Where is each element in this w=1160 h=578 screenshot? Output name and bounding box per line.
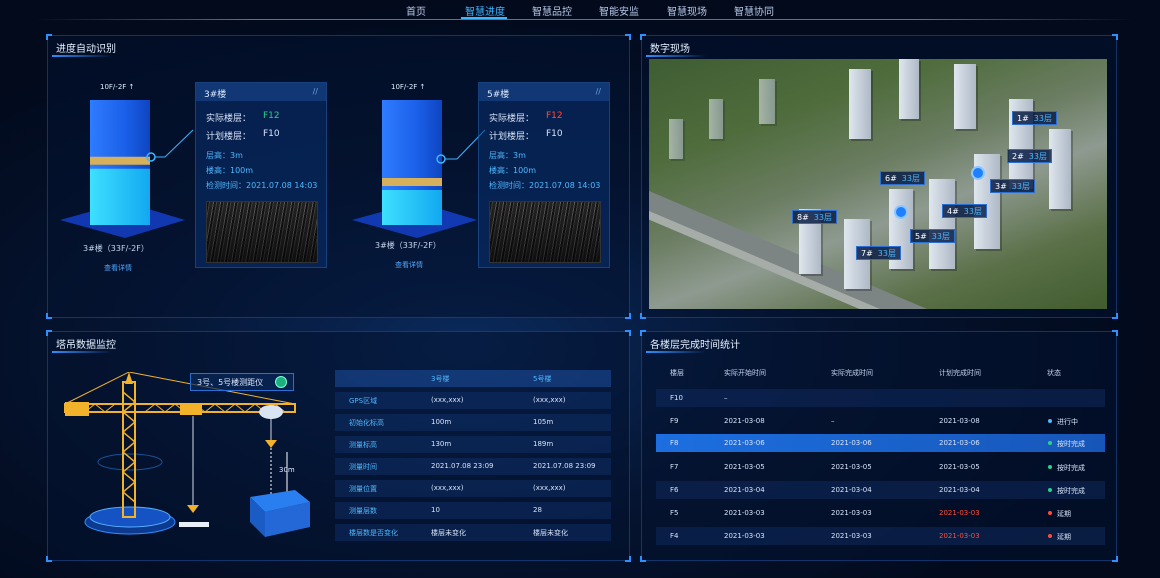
nav-item-home[interactable]: 首页 xyxy=(406,3,426,18)
rangefinder-icon xyxy=(275,376,287,388)
building-5-card: 5#楼// 实际楼层： F12 计划楼层： F10 层高：3m 楼高：100m 检测… xyxy=(478,82,610,268)
panel-title: 各楼层完成时间统计 xyxy=(650,340,740,351)
map-tag-7[interactable]: 7# 33层 xyxy=(856,246,901,260)
card-title: 3#楼 xyxy=(204,90,227,100)
status-dot xyxy=(1048,488,1052,492)
detect-time: 检测时间：2021.07.08 14:03 xyxy=(206,181,318,190)
actual-floor-label: 实际楼层： xyxy=(489,114,535,124)
planned-floor-label: 计划楼层： xyxy=(489,132,535,142)
planned-floor-label: 计划楼层： xyxy=(206,132,252,142)
table-header: 楼层 实际开始时间 实际完成时间 计划完成时间 状态 xyxy=(670,369,1061,377)
nav-item-quality[interactable]: 智慧品控 xyxy=(532,3,572,18)
actual-floor-value: F12 xyxy=(546,111,563,121)
actual-floor-value: F12 xyxy=(263,111,280,121)
status-badge: 按时完成 xyxy=(1057,440,1085,448)
status-badge: 按时完成 xyxy=(1057,464,1085,472)
building-5-model[interactable] xyxy=(347,80,487,255)
building-5-label: 3#楼（33F/-2F） xyxy=(375,241,441,250)
map-tag-2[interactable]: 2# 33层 xyxy=(1007,149,1052,163)
map-tag-8[interactable]: 8# 33层 xyxy=(792,210,837,224)
nav-item-progress[interactable]: 智慧进度 xyxy=(465,3,505,18)
nav-divider xyxy=(34,19,1134,20)
table-row[interactable]: F6 2021-03-04 2021-03-04 2021-03-04 按时完成 xyxy=(656,481,1105,499)
table-row[interactable]: F8 2021-03-06 2021-03-06 2021-03-06 按时完成 xyxy=(656,434,1105,452)
building-3-range: 10F/-2F ↑ xyxy=(100,83,135,91)
table-row[interactable]: F4 2021-03-03 2021-03-03 2021-03-03 延期 xyxy=(656,527,1105,545)
table-row[interactable]: F7 2021-03-05 2021-03-05 2021-03-05 按时完成 xyxy=(656,458,1105,476)
card-title: 5#楼 xyxy=(487,90,510,100)
table-row: GPS区域 (xxx,xxx) (xxx,xxx) xyxy=(335,392,611,409)
building-3-detail-link[interactable]: 查看详情 xyxy=(104,263,132,273)
nav-item-site[interactable]: 智慧现场 xyxy=(667,3,707,18)
status-badge: 按时完成 xyxy=(1057,487,1085,495)
nav-item-collab[interactable]: 智慧协同 xyxy=(734,3,774,18)
table-header: 3号楼 5号楼 xyxy=(335,370,611,387)
planned-floor-value: F10 xyxy=(546,129,563,139)
status-dot xyxy=(1048,465,1052,469)
building-height: 楼高：100m xyxy=(489,166,537,175)
site-photo[interactable] xyxy=(489,201,601,263)
table-row: 测量时间 2021.07.08 23:09 2021.07.08 23:09 xyxy=(335,458,611,475)
floor-height: 层高：3m xyxy=(489,151,526,160)
panel-title: 数字现场 xyxy=(650,44,690,55)
floor-height: 层高：3m xyxy=(206,151,243,160)
building-3-model[interactable] xyxy=(55,80,195,255)
map-tag-1[interactable]: 1# 33层 xyxy=(1012,111,1057,125)
map-tag-6[interactable]: 6# 33层 xyxy=(880,171,925,185)
top-nav: 首页 智慧进度 智慧品控 智能安监 智慧现场 智慧协同 xyxy=(0,0,1160,20)
building-5-range: 10F/-2F ↑ xyxy=(391,83,426,91)
progress-fill xyxy=(90,168,150,225)
rangefinder-legend[interactable]: 3号、5号楼测距仪 xyxy=(190,373,294,391)
status-badge: 进行中 xyxy=(1057,418,1078,426)
planned-floor-value: F10 xyxy=(263,129,280,139)
map-tag-4[interactable]: 4# 33层 xyxy=(942,204,987,218)
status-badge: 延期 xyxy=(1057,533,1071,541)
building-5-detail-link[interactable]: 查看详情 xyxy=(395,260,423,270)
progress-fill xyxy=(382,190,442,225)
camera-icon[interactable] xyxy=(971,166,985,180)
nav-item-safety[interactable]: 智能安监 xyxy=(599,3,639,18)
map-tag-5[interactable]: 5# 33层 xyxy=(910,229,955,243)
status-badge: 延期 xyxy=(1057,510,1071,518)
aerial-site-map[interactable] xyxy=(649,59,1107,309)
status-dot xyxy=(1048,419,1052,423)
table-row: 初始化标高 100m 105m xyxy=(335,414,611,431)
site-photo[interactable] xyxy=(206,201,318,263)
building-3-label: 3#楼（33F/-2F） xyxy=(83,244,149,253)
table-row[interactable]: F10– xyxy=(656,389,1105,407)
status-dot xyxy=(1048,534,1052,538)
panel-title: 塔吊数据监控 xyxy=(56,340,116,351)
status-dot xyxy=(1048,441,1052,445)
camera-icon[interactable] xyxy=(894,205,908,219)
table-row[interactable]: F9 2021-03-08–2021-03-08 进行中 xyxy=(656,412,1105,430)
distance-label: 30m xyxy=(279,466,295,474)
panel-title: 进度自动识别 xyxy=(56,44,116,55)
map-tag-3[interactable]: 3# 33层 xyxy=(990,179,1035,193)
tower-crane-illustration xyxy=(64,372,310,537)
table-row: 楼层数是否变化 楼层未变化 楼层未变化 xyxy=(335,524,611,541)
table-row[interactable]: F5 2021-03-03 2021-03-03 2021-03-03 延期 xyxy=(656,504,1105,522)
building-height: 楼高：100m xyxy=(206,166,254,175)
table-row: 测量位置 (xxx,xxx) (xxx,xxx) xyxy=(335,480,611,497)
current-floor-marker xyxy=(90,156,150,165)
building-3-card: 3#楼// 实际楼层： F12 计划楼层： F10 层高：3m 楼高：100m 检测… xyxy=(195,82,327,268)
actual-floor-label: 实际楼层： xyxy=(206,114,252,124)
status-dot xyxy=(1048,511,1052,515)
table-row: 测量层数 10 28 xyxy=(335,502,611,519)
table-row: 测量标高 130m 189m xyxy=(335,436,611,453)
current-floor-marker xyxy=(382,178,442,186)
detect-time: 检测时间：2021.07.08 14:03 xyxy=(489,181,601,190)
